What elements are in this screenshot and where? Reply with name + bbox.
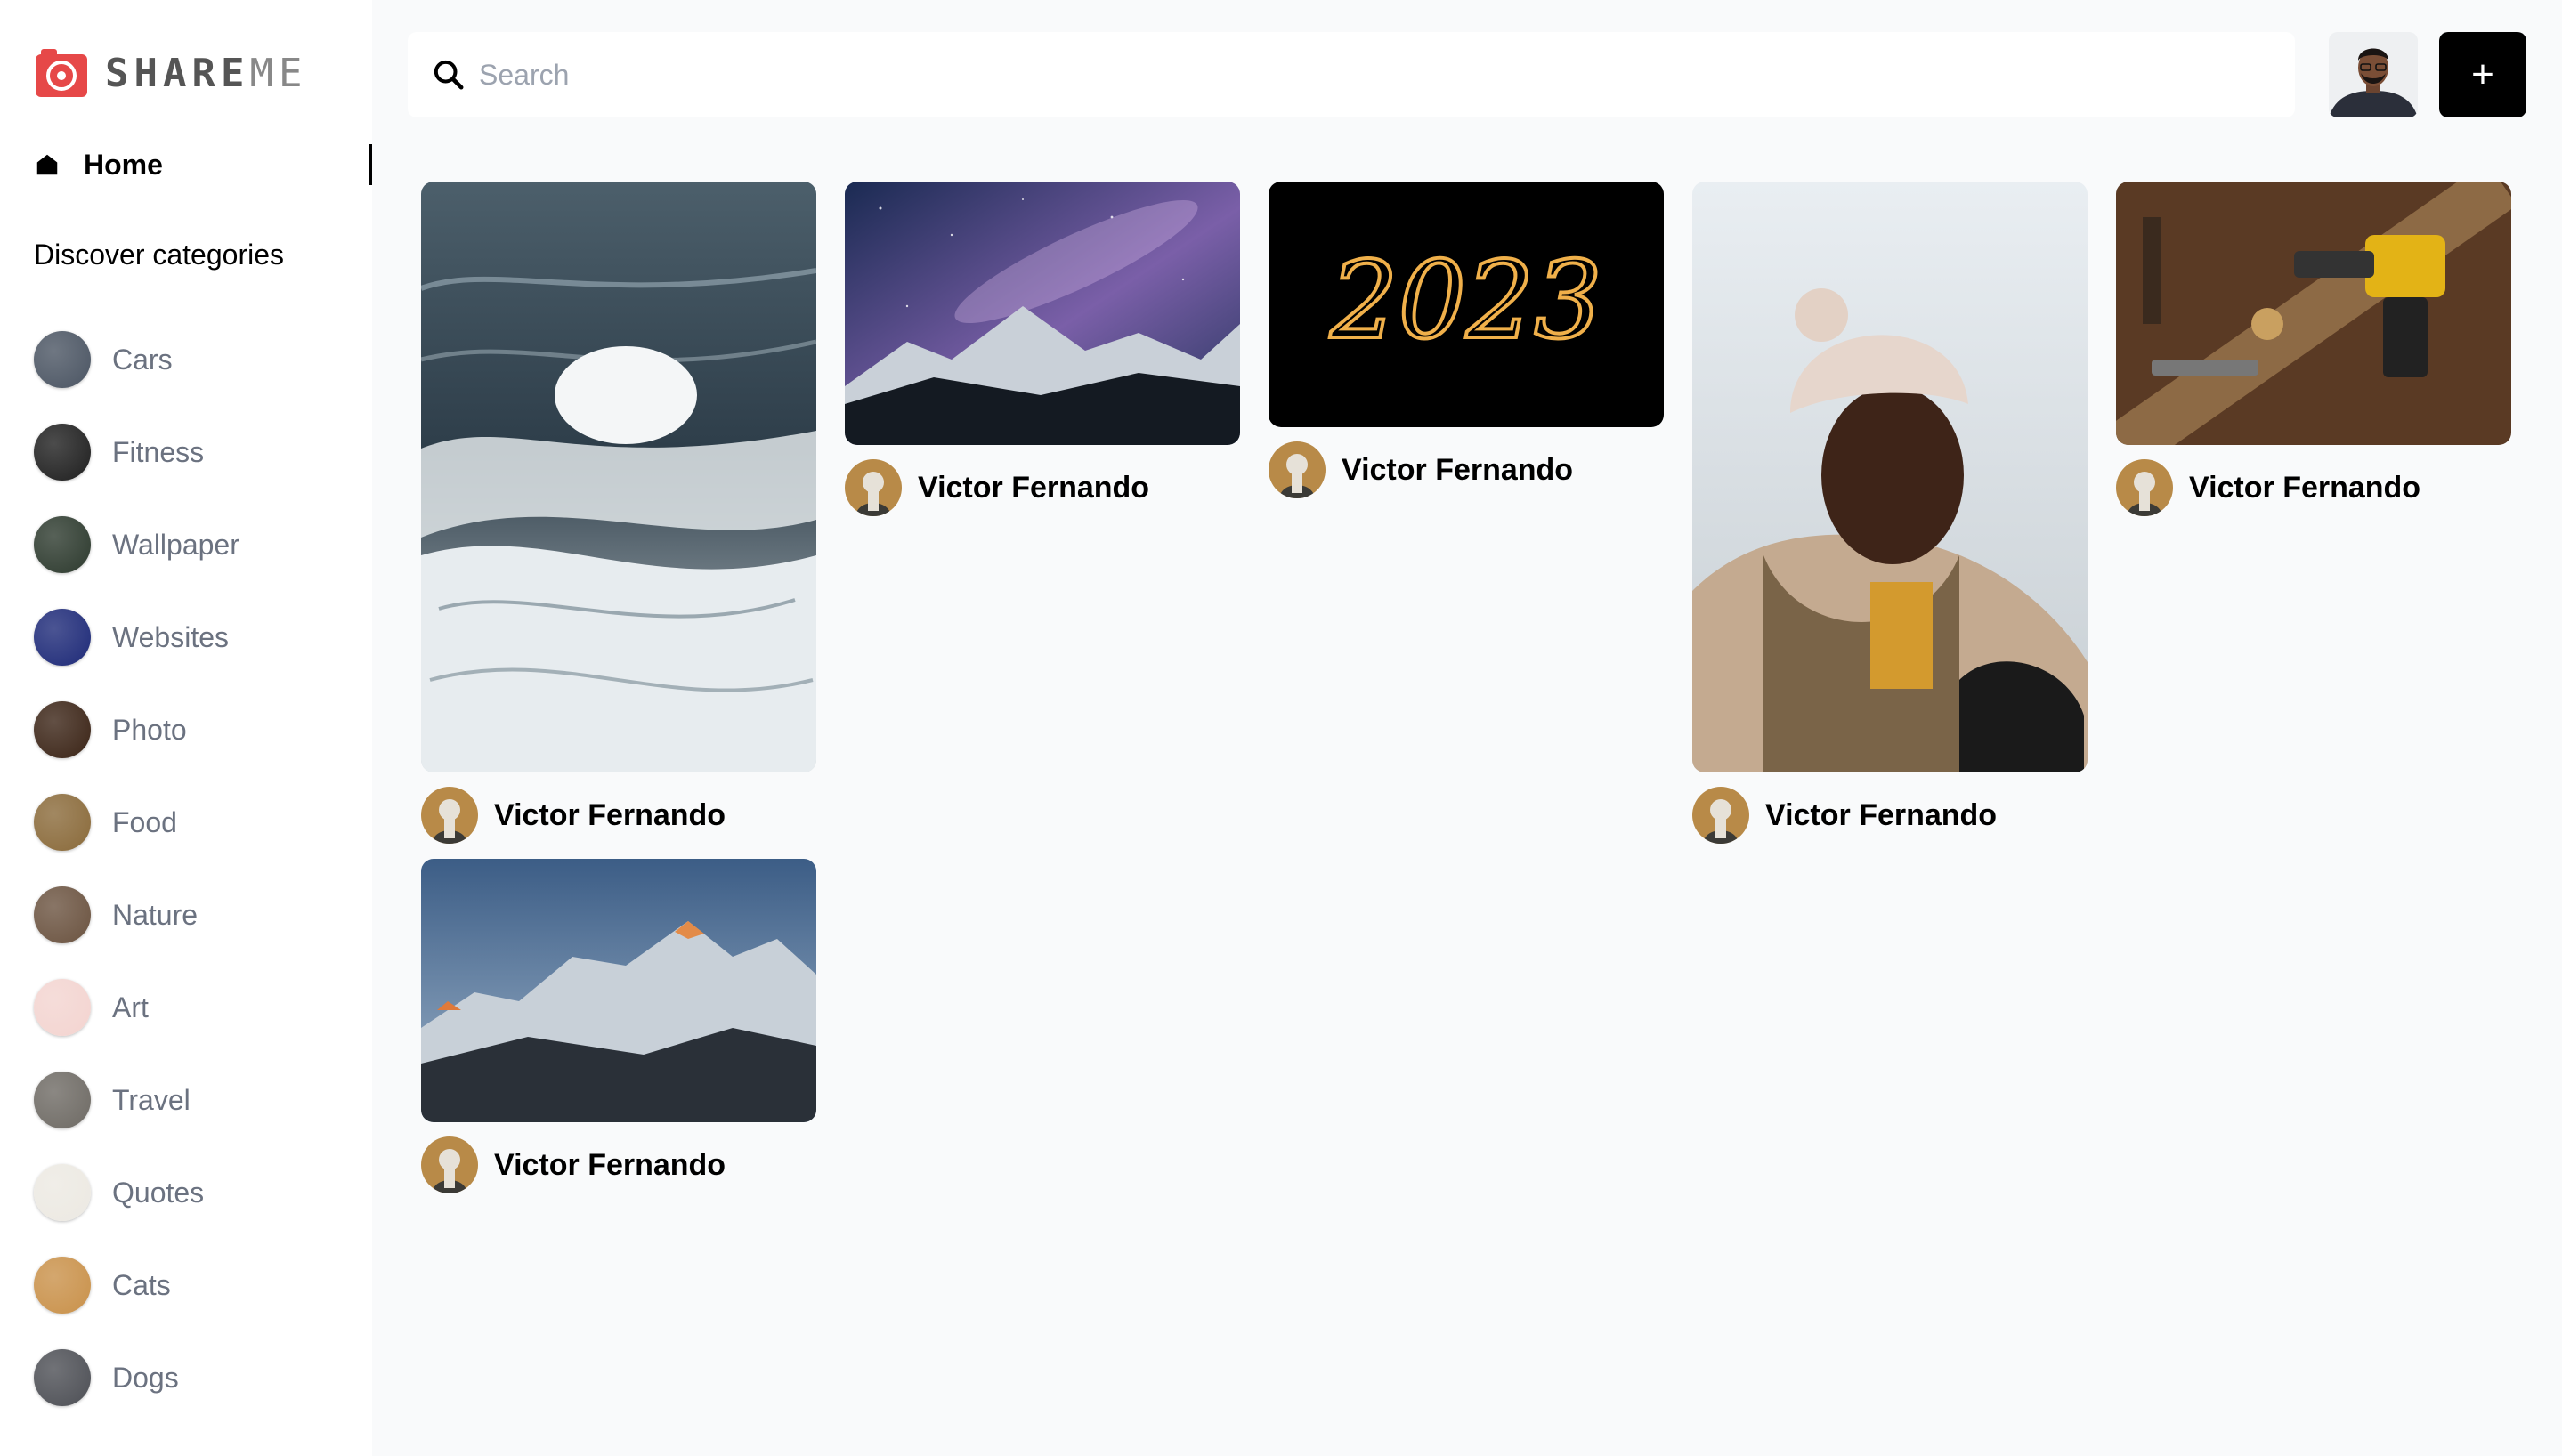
sidebar-item-label: Home [84, 148, 163, 181]
sidebar-item-label: Cars [112, 343, 173, 376]
pin-card[interactable]: Victor Fernando [845, 182, 1240, 516]
tools-drill-image[interactable] [2116, 182, 2511, 445]
sidebar-item-label: Wallpaper [112, 528, 239, 561]
pin-author[interactable]: Victor Fernando [2116, 459, 2511, 516]
milky-way-mountains-image[interactable] [845, 182, 1240, 445]
cars-thumbnail-icon [34, 331, 91, 388]
pin-author[interactable]: Victor Fernando [1269, 441, 1664, 498]
sidebar-item-label: Quotes [112, 1176, 205, 1209]
sidebar-item-fitness[interactable]: Fitness [34, 406, 354, 498]
everest-sunset-image[interactable] [421, 859, 816, 1122]
woman-in-beanie-image[interactable] [1692, 182, 2088, 772]
active-indicator [369, 144, 372, 185]
search-icon [431, 57, 466, 93]
sidebar-item-cars[interactable]: Cars [34, 313, 354, 406]
sidebar-item-label: Nature [112, 898, 199, 931]
author-avatar [1269, 441, 1326, 498]
sparkler-text: 2023 [1329, 239, 1601, 363]
wallpaper-thumbnail-icon [34, 516, 91, 573]
add-pin-button[interactable]: + [2439, 32, 2526, 117]
author-name: Victor Fernando [918, 470, 1150, 505]
author-avatar [1692, 787, 1749, 844]
nature-thumbnail-icon [34, 886, 91, 943]
sidebar-item-websites[interactable]: Websites [34, 591, 354, 684]
sidebar-item-label: Travel [112, 1083, 191, 1116]
home-icon [34, 151, 61, 178]
search-bar[interactable] [408, 32, 2295, 117]
sidebar-item-art[interactable]: Art [34, 961, 354, 1054]
dogs-thumbnail-icon [34, 1349, 91, 1406]
logo[interactable]: SHAREME [34, 44, 307, 101]
pin-card[interactable]: 2023 Victor Fernando [1269, 182, 1664, 498]
pin-author[interactable]: Victor Fernando [1692, 787, 2088, 844]
sidebar-item-label: Websites [112, 620, 230, 653]
sparkler-2023-image[interactable]: 2023 [1269, 182, 1664, 427]
sidebar-item-home[interactable]: Home [34, 142, 372, 187]
user-avatar[interactable] [2329, 32, 2418, 117]
pin-author[interactable]: Victor Fernando [845, 459, 1240, 516]
fitness-thumbnail-icon [34, 424, 91, 481]
author-avatar [421, 1136, 478, 1193]
sidebar-item-cats[interactable]: Cats [34, 1239, 354, 1331]
pin-card[interactable]: Victor Fernando [2116, 182, 2511, 516]
cats-thumbnail-icon [34, 1257, 91, 1314]
author-name: Victor Fernando [494, 797, 726, 832]
sidebar-item-dogs[interactable]: Dogs [34, 1331, 354, 1424]
art-thumbnail-icon [34, 979, 91, 1036]
sidebar-item-label: Art [112, 991, 149, 1023]
sidebar-item-label: Photo [112, 713, 187, 746]
sidebar: SHAREME Home Discover categories Cars Fit… [0, 0, 372, 1456]
search-input[interactable] [479, 58, 2170, 92]
pin-card[interactable]: Victor Fernando [421, 182, 816, 844]
websites-thumbnail-icon [34, 609, 91, 666]
author-avatar [2116, 459, 2173, 516]
camera-logo-icon [34, 45, 89, 101]
author-name: Victor Fernando [1765, 797, 1998, 832]
sidebar-item-travel[interactable]: Travel [34, 1054, 354, 1146]
sidebar-item-label: Fitness [112, 435, 205, 468]
author-avatar [421, 787, 478, 844]
pin-author[interactable]: Victor Fernando [421, 1136, 816, 1193]
discover-heading: Discover categories [34, 239, 284, 271]
pin-card[interactable]: Victor Fernando [421, 859, 816, 1193]
travel-thumbnail-icon [34, 1072, 91, 1128]
food-thumbnail-icon [34, 794, 91, 851]
sidebar-item-nature[interactable]: Nature [34, 869, 354, 961]
sidebar-item-label: Dogs [112, 1361, 179, 1394]
logo-text: SHAREME [105, 50, 308, 96]
author-avatar [845, 459, 902, 516]
photo-thumbnail-icon [34, 701, 91, 758]
sidebar-item-label: Food [112, 805, 177, 838]
pin-card[interactable]: Victor Fernando [1692, 182, 2088, 844]
sidebar-item-quotes[interactable]: Quotes [34, 1146, 354, 1239]
author-name: Victor Fernando [1342, 452, 1574, 487]
sidebar-item-label: Cats [112, 1268, 171, 1301]
sidebar-item-wallpaper[interactable]: Wallpaper [34, 498, 354, 591]
quotes-thumbnail-icon [34, 1164, 91, 1221]
category-list: Cars Fitness Wallpaper Websites Photo Food Nat… [34, 313, 354, 1424]
ocean-waves-image[interactable] [421, 182, 816, 772]
sidebar-item-food[interactable]: Food [34, 776, 354, 869]
pin-author[interactable]: Victor Fernando [421, 787, 816, 844]
author-name: Victor Fernando [2189, 470, 2421, 505]
author-name: Victor Fernando [494, 1147, 726, 1182]
sidebar-item-photo[interactable]: Photo [34, 684, 354, 776]
